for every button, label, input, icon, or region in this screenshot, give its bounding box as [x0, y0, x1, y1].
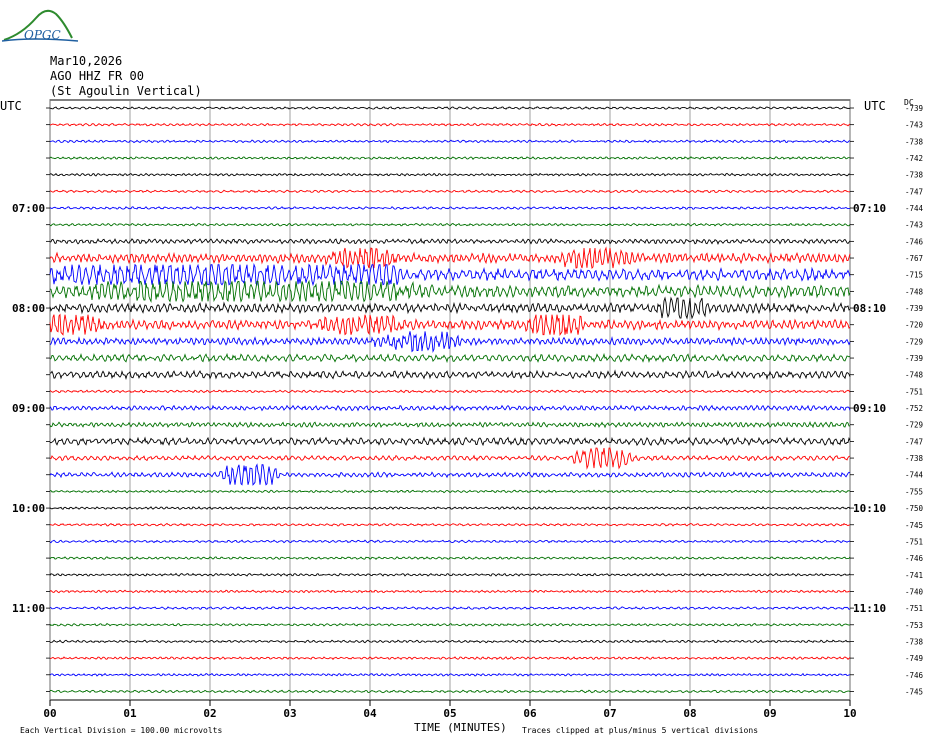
right-hour-label: 09:10 — [853, 402, 886, 415]
x-tick-label: 08 — [683, 707, 696, 720]
x-tick-label: 03 — [283, 707, 296, 720]
right-unit-label: DC — [904, 98, 914, 107]
axis-labels: 00 01 02 03 04 05 06 07 08 09 10 -739 -743 -738 -742 -7… — [12, 104, 924, 720]
header-station-name: (St Agoulin Vertical) — [50, 84, 202, 98]
dc-offset-label: -752 — [905, 404, 923, 413]
dc-offset-label: -715 — [905, 271, 923, 280]
dc-offset-label: -744 — [905, 204, 924, 213]
scale-note: Each Vertical Division = 100.00 microvol… — [20, 726, 223, 735]
right-hour-label: 11:10 — [853, 602, 886, 615]
dc-offset-label: -739 — [905, 354, 923, 363]
x-tick-label: 05 — [443, 707, 456, 720]
left-hour-label: 11:00 — [12, 602, 45, 615]
dc-offset-label: -729 — [905, 337, 923, 346]
dc-offset-label: -745 — [905, 687, 923, 696]
right-tz-label: UTC — [864, 99, 886, 113]
dc-offset-label: -747 — [905, 187, 923, 196]
dc-offset-label: -751 — [905, 537, 923, 546]
x-tick-label: 09 — [763, 707, 776, 720]
opgc-logo: OPGC — [2, 9, 79, 42]
dc-offset-label: -755 — [905, 487, 923, 496]
x-tick-label: 02 — [203, 707, 216, 720]
dc-offset-label: -740 — [905, 587, 924, 596]
right-hour-label: 07:10 — [853, 202, 886, 215]
dc-offset-label: -749 — [905, 654, 923, 663]
dc-offset-label: -746 — [905, 554, 924, 563]
seismogram-plot: 00 01 02 03 04 05 06 07 08 09 10 -739 -743 -738 -742 -7… — [12, 99, 924, 720]
dc-offset-label: -738 — [905, 137, 924, 146]
dc-offset-label: -729 — [905, 421, 923, 430]
left-hour-label: 07:00 — [12, 202, 45, 215]
right-hour-label: 10:10 — [853, 502, 886, 515]
x-tick-label: 07 — [603, 707, 616, 720]
clip-note: Traces clipped at plus/minus 5 vertical … — [522, 726, 759, 735]
dc-offset-label: -748 — [905, 287, 924, 296]
dc-offset-label: -751 — [905, 387, 923, 396]
x-axis-title: TIME (MINUTES) — [414, 721, 507, 734]
grid-lines — [49, 99, 851, 701]
x-tick-label: 01 — [123, 707, 137, 720]
x-tick-label: 06 — [523, 707, 537, 720]
header-date: Mar10,2026 — [50, 54, 123, 68]
dc-offset-label: -741 — [905, 571, 923, 580]
dc-offset-label: -746 — [905, 671, 924, 680]
header-station: AGO HHZ FR 00 — [50, 69, 144, 83]
dc-offset-label: -720 — [905, 321, 924, 330]
dc-offset-label: -744 — [905, 471, 924, 480]
dc-offset-label: -738 — [905, 171, 924, 180]
left-hour-label: 08:00 — [12, 302, 45, 315]
dc-offset-label: -745 — [905, 521, 923, 530]
dc-offset-label: -746 — [905, 237, 924, 246]
right-hour-label: 08:10 — [853, 302, 886, 315]
dc-offset-label: -738 — [905, 637, 924, 646]
dc-offset-label: -743 — [905, 121, 923, 130]
dc-offset-label: -747 — [905, 437, 923, 446]
dc-offset-label: -751 — [905, 604, 923, 613]
x-tick-label: 00 — [43, 707, 56, 720]
left-hour-label: 09:00 — [12, 402, 45, 415]
dc-offset-label: -739 — [905, 304, 923, 313]
left-tz-label: UTC — [0, 99, 22, 113]
dc-offset-label: -750 — [905, 504, 924, 513]
dc-offset-label: -753 — [905, 621, 923, 630]
dc-offset-label: -742 — [905, 154, 923, 163]
dc-offset-label: -743 — [905, 221, 923, 230]
dc-offset-label: -738 — [905, 454, 924, 463]
x-tick-label: 10 — [843, 707, 856, 720]
dc-offset-label: -748 — [905, 371, 924, 380]
dc-offset-label: -767 — [905, 254, 923, 263]
x-tick-label: 04 — [363, 707, 377, 720]
left-hour-label: 10:00 — [12, 502, 45, 515]
svg-text:OPGC: OPGC — [24, 28, 61, 42]
